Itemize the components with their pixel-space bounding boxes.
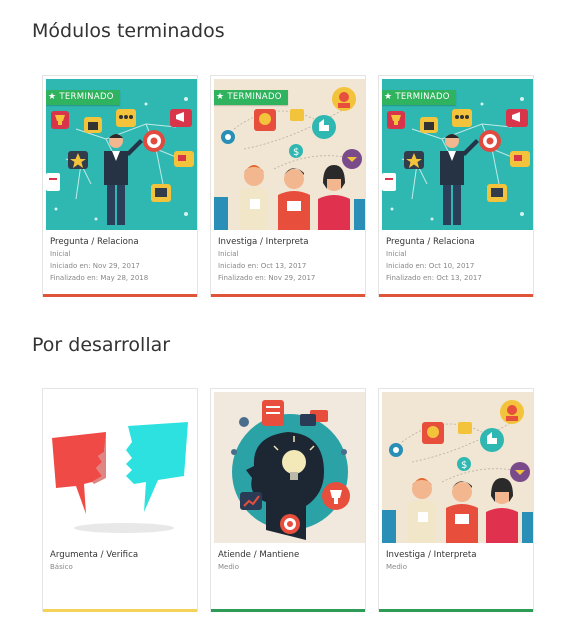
star-icon: ★ <box>48 92 57 102</box>
module-started-date: Iniciado en: Nov 29, 2017 <box>50 262 140 270</box>
module-started-date: Iniciado en: Oct 13, 2017 <box>218 262 307 270</box>
module-title: Investiga / Interpreta <box>218 237 309 247</box>
completed-badge: ★ TERMINADO <box>46 90 120 105</box>
module-card-completed[interactable]: ★ TERMINADO Pregunta / Relaciona Inicial … <box>42 75 198 297</box>
completed-badge: ★ TERMINADO <box>382 90 456 105</box>
module-level: Inicial <box>218 250 239 258</box>
module-finished-date: Finalizado en: Nov 29, 2017 <box>218 274 316 282</box>
svg-text:$: $ <box>461 460 467 471</box>
module-status-bar <box>43 294 197 297</box>
module-card-pending[interactable]: Atiende / Mantiene Medio <box>210 388 366 612</box>
module-title: Pregunta / Relaciona <box>50 237 139 247</box>
social-network-illustration: ★ TERMINADO <box>382 79 533 230</box>
people-chat-illustration: $ <box>382 392 533 543</box>
star-icon: ★ <box>216 92 225 102</box>
module-status-bar <box>379 609 533 612</box>
module-level: Medio <box>218 563 240 571</box>
module-status-bar <box>43 609 197 612</box>
people-chat-illustration: $ ★ TERMINADO <box>214 79 365 230</box>
module-status-bar <box>211 609 365 612</box>
module-level: Inicial <box>50 250 71 258</box>
head-ideas-illustration <box>214 392 365 543</box>
module-status-bar <box>379 294 533 297</box>
module-card-completed[interactable]: $ ★ TERMINADO Investiga / Interpreta Inic… <box>210 75 366 297</box>
module-title: Pregunta / Relaciona <box>386 237 475 247</box>
completed-badge: ★ TERMINADO <box>214 90 288 105</box>
module-level: Inicial <box>386 250 407 258</box>
speech-bubbles-illustration <box>46 392 197 543</box>
module-started-date: Iniciado en: Oct 10, 2017 <box>386 262 475 270</box>
star-icon: ★ <box>384 92 393 102</box>
module-card-pending[interactable]: $ Investiga / Interpreta Medio <box>378 388 534 612</box>
completed-section-title: Módulos terminados <box>32 20 225 42</box>
module-title: Argumenta / Verifica <box>50 550 139 560</box>
module-card-pending[interactable]: Argumenta / Verifica Básico <box>42 388 198 612</box>
module-level: Medio <box>386 563 408 571</box>
module-level: Básico <box>50 563 73 571</box>
module-status-bar <box>211 294 365 297</box>
social-network-illustration: ★ TERMINADO <box>46 79 197 230</box>
module-title: Investiga / Interpreta <box>386 550 477 560</box>
svg-text:$: $ <box>293 147 299 158</box>
pending-section-title: Por desarrollar <box>32 334 171 356</box>
module-card-completed[interactable]: ★ TERMINADO Pregunta / Relaciona Inicial … <box>378 75 534 297</box>
module-finished-date: Finalizado en: Oct 13, 2017 <box>386 274 482 282</box>
module-finished-date: Finalizado en: May 28, 2018 <box>50 274 149 282</box>
module-title: Atiende / Mantiene <box>218 550 300 560</box>
